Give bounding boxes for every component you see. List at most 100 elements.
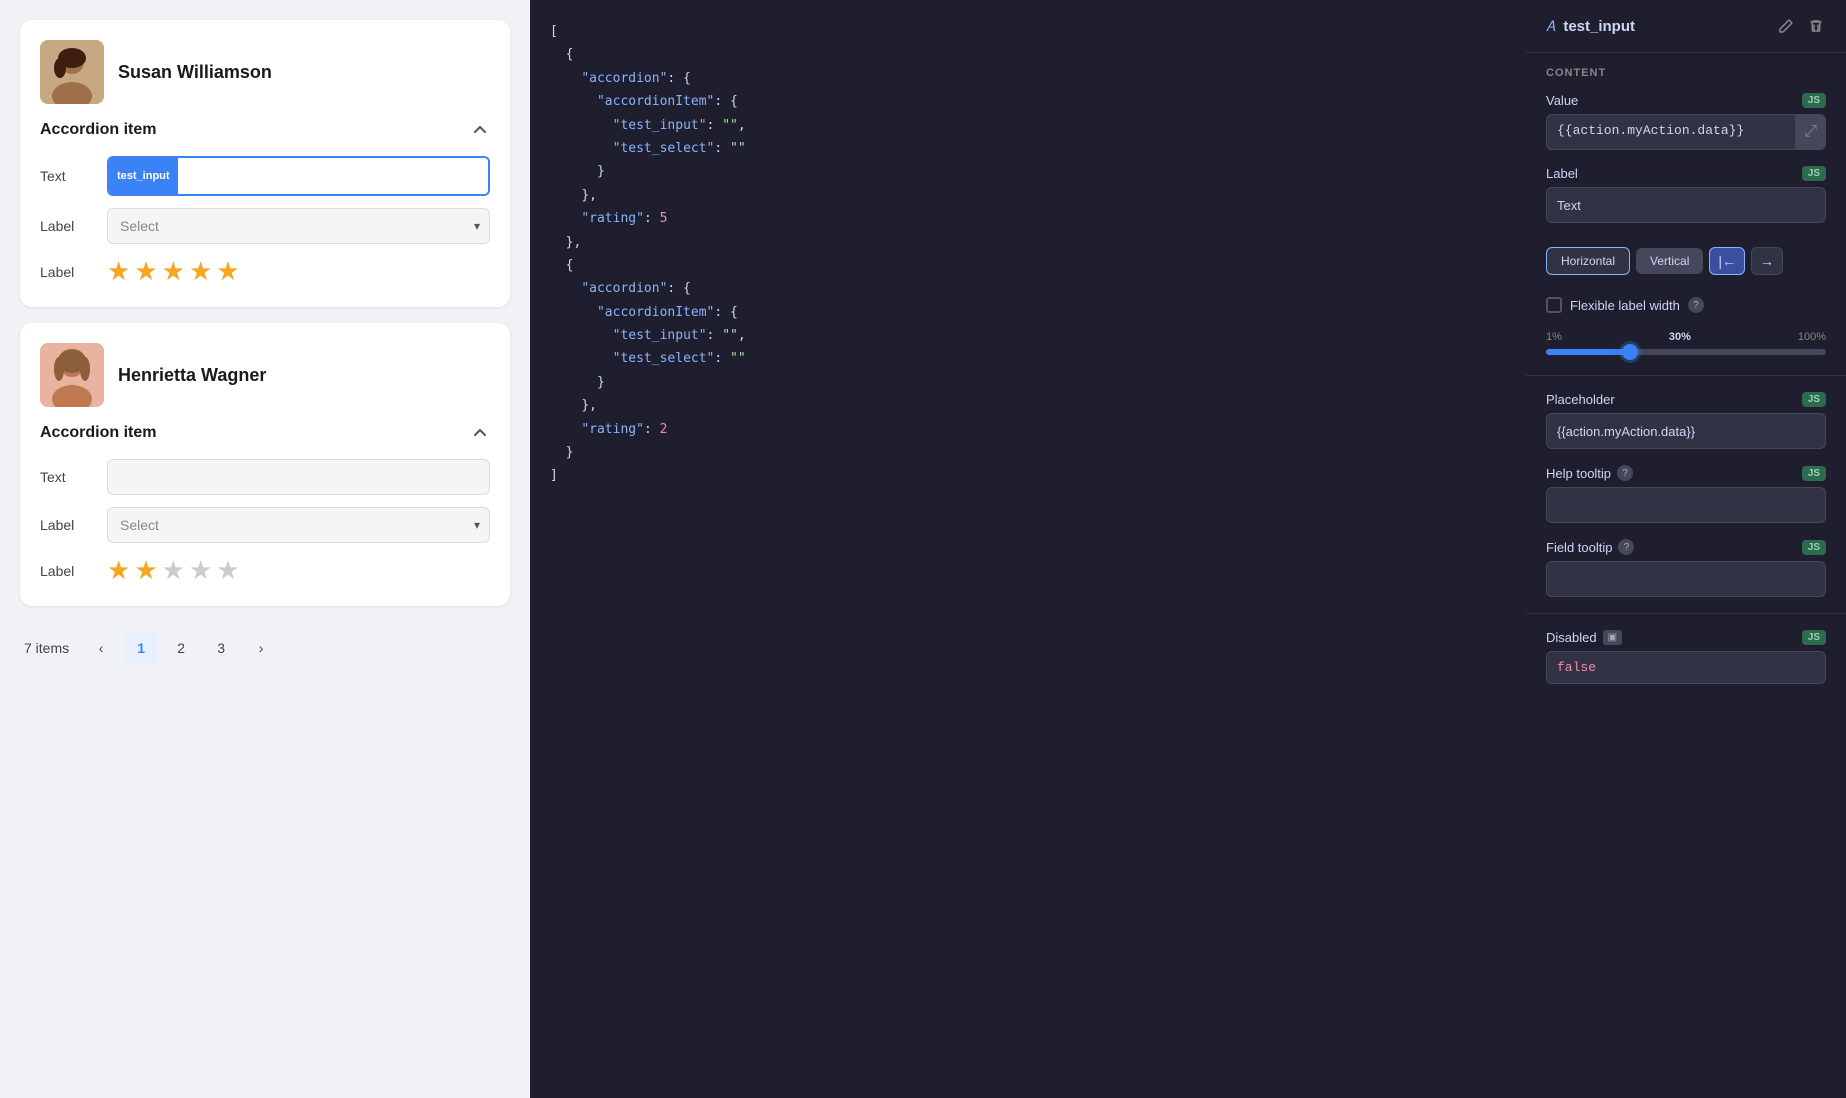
edit-button[interactable]: [1776, 16, 1796, 36]
star-1-1[interactable]: ★: [107, 256, 130, 287]
json-val-test_select1: "": [730, 141, 746, 156]
value-label: Value: [1546, 93, 1578, 108]
json-key-test_input1: "test_input": [613, 118, 707, 133]
align-left-btn[interactable]: |←: [1709, 247, 1745, 275]
select-wrapper-1: Select ▾: [107, 208, 490, 244]
json-key-test_select1: "test_select": [613, 141, 715, 156]
help-tooltip-input[interactable]: [1546, 487, 1826, 523]
expand-icon: ⤢: [1795, 114, 1826, 150]
json-key-test_select2: "test_select": [613, 351, 715, 366]
chevron-up-icon-2[interactable]: [470, 423, 490, 443]
slider-track[interactable]: [1546, 349, 1826, 355]
json-key-accordionItem1: "accordionItem": [597, 94, 714, 109]
text-input-1[interactable]: [178, 158, 488, 194]
placeholder-js-badge: JS: [1802, 392, 1826, 407]
avatar-henrietta: [40, 343, 104, 407]
right-panel-header: 𝐴 test_input: [1526, 0, 1846, 53]
page-3-btn[interactable]: 3: [205, 632, 237, 664]
json-obj2-open: {: [566, 258, 574, 273]
star-1-2[interactable]: ★: [134, 256, 157, 287]
accordion-title-1: Accordion item: [40, 121, 156, 139]
json-val-rating1: 5: [660, 211, 668, 226]
form-row-select-1: Label Select ▾: [40, 208, 490, 244]
horizontal-btn[interactable]: Horizontal: [1546, 247, 1630, 275]
placeholder-field-row: Placeholder JS: [1546, 392, 1826, 407]
content-section-label: CONTENT: [1526, 53, 1846, 85]
page-2-btn[interactable]: 2: [165, 632, 197, 664]
json-val-rating2: 2: [660, 422, 668, 437]
avatar-susan: [40, 40, 104, 104]
delete-button[interactable]: [1806, 16, 1826, 36]
flexible-help-icon[interactable]: ?: [1688, 297, 1704, 313]
avatar-susan-image: [40, 40, 104, 104]
select-input-1[interactable]: Select: [107, 208, 490, 244]
star-1-5[interactable]: ★: [216, 256, 239, 287]
component-title: test_input: [1563, 18, 1635, 35]
text-field-label-2: Text: [40, 469, 95, 485]
pagination-total: 7 items: [24, 640, 69, 656]
page-next-btn[interactable]: ›: [245, 632, 277, 664]
align-right-btn[interactable]: →: [1751, 247, 1783, 275]
user-card-2: Henrietta Wagner Accordion item Text Lab…: [20, 323, 510, 606]
select-field-label-2: Label: [40, 517, 95, 533]
star-1-3[interactable]: ★: [162, 256, 185, 287]
field-tooltip-js-badge: JS: [1802, 540, 1826, 555]
json-val-test_select2: "": [730, 351, 746, 366]
chevron-up-icon-1[interactable]: [470, 120, 490, 140]
json-acc1-close: },: [581, 188, 597, 203]
json-item1-close: }: [597, 164, 605, 179]
star-2-1[interactable]: ★: [107, 555, 130, 586]
disabled-field-row: Disabled ▣ JS: [1546, 630, 1826, 645]
star-2-5[interactable]: ★: [216, 555, 239, 586]
orientation-field-group: Horizontal Vertical |← →: [1526, 231, 1846, 283]
user-row-2: Henrietta Wagner: [40, 343, 490, 407]
page-1-btn[interactable]: 1: [125, 632, 157, 664]
json-val-test_input2: "": [722, 328, 738, 343]
user-name-susan: Susan Williamson: [118, 62, 272, 83]
json-item2-close: }: [597, 375, 605, 390]
json-key-accordion2: "accordion": [581, 281, 667, 296]
user-name-henrietta: Henrietta Wagner: [118, 365, 266, 386]
flexible-checkbox[interactable]: [1546, 297, 1562, 313]
field-tooltip-help-icon[interactable]: ?: [1618, 539, 1634, 555]
value-field-group: Value JS {{action.myAction.data}} ⤢: [1526, 85, 1846, 158]
divider-2: [1526, 613, 1846, 614]
disabled-icon-badge: ▣: [1603, 630, 1622, 645]
json-key-accordionItem2: "accordionItem": [597, 305, 714, 320]
header-actions: [1776, 16, 1826, 36]
label-field-name: Label: [1546, 166, 1578, 181]
slider-section: 1% 30% 100%: [1526, 327, 1846, 367]
field-tooltip-input[interactable]: [1546, 561, 1826, 597]
star-2-3[interactable]: ★: [162, 555, 185, 586]
star-2-4[interactable]: ★: [189, 555, 212, 586]
help-tooltip-help-icon[interactable]: ?: [1617, 465, 1633, 481]
user-card-1: Susan Williamson Accordion item Text tes…: [20, 20, 510, 307]
json-editor[interactable]: [ { "accordion": { "accordionItem": { "t…: [530, 0, 1526, 1098]
select-wrapper-2: Select ▾: [107, 507, 490, 543]
stars-row-1: Label ★ ★ ★ ★ ★: [40, 256, 490, 287]
select-input-2[interactable]: Select: [107, 507, 490, 543]
slider-fill: [1546, 349, 1630, 355]
placeholder-input[interactable]: [1546, 413, 1826, 449]
value-input[interactable]: {{action.myAction.data}}: [1546, 114, 1795, 150]
rating-label-1: Label: [40, 264, 95, 280]
divider-1: [1526, 375, 1846, 376]
page-prev-btn[interactable]: ‹: [85, 632, 117, 664]
json-val-test_input1: "": [722, 118, 738, 133]
help-tooltip-label: Help tooltip: [1546, 466, 1611, 481]
slider-thumb[interactable]: [1622, 344, 1638, 360]
star-2-2[interactable]: ★: [134, 555, 157, 586]
disabled-value: false: [1546, 651, 1826, 684]
star-1-4[interactable]: ★: [189, 256, 212, 287]
font-icon: 𝐴: [1546, 18, 1555, 35]
slider-labels: 1% 30% 100%: [1546, 331, 1826, 343]
pagination: 7 items ‹ 1 2 3 ›: [20, 622, 510, 674]
flexible-label: Flexible label width: [1570, 298, 1680, 313]
value-js-badge: JS: [1802, 93, 1826, 108]
json-key-rating2: "rating": [581, 422, 644, 437]
form-row-select-2: Label Select ▾: [40, 507, 490, 543]
label-input[interactable]: [1546, 187, 1826, 223]
vertical-btn[interactable]: Vertical: [1636, 248, 1703, 274]
label-field-group: Label JS: [1526, 158, 1846, 231]
text-input-2[interactable]: [107, 459, 490, 495]
